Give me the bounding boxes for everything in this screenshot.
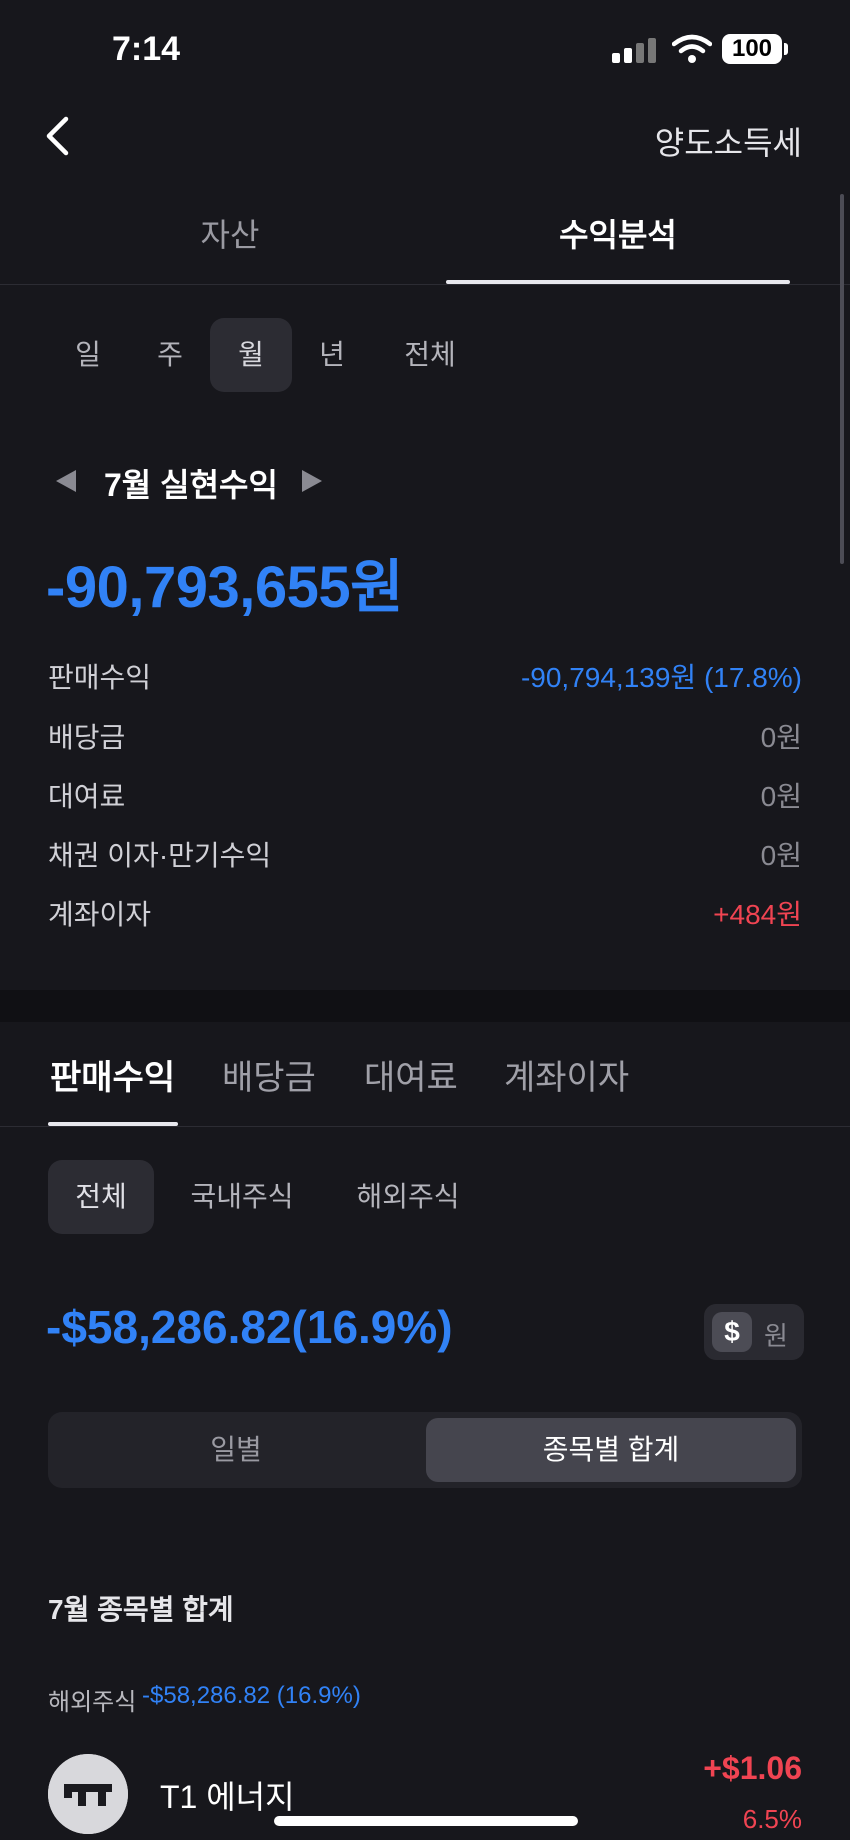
subtab-lending-fee[interactable]: 대여료: [364, 1050, 458, 1099]
row-value-dividend: 0원: [760, 722, 802, 753]
subtab-account-interest[interactable]: 계좌이자: [504, 1050, 629, 1099]
group-label: 해외주식: [48, 1689, 137, 1716]
stock-name[interactable]: T1 에너지: [160, 1772, 295, 1818]
subtab-dividend[interactable]: 배당금: [222, 1050, 316, 1099]
segment-daily[interactable]: 일별: [48, 1412, 424, 1488]
currency-usd-option[interactable]: $: [712, 1312, 752, 1352]
tab-divider: [0, 284, 850, 285]
stock-profit: +$1.06: [703, 1750, 802, 1786]
battery-tip: [784, 43, 788, 55]
sales-profit-summary: -$58,286.82(16.9%): [46, 1301, 453, 1353]
scrollbar[interactable]: [840, 194, 844, 564]
cellular-signal-icon: [612, 38, 656, 63]
status-time: 7:14: [112, 30, 181, 68]
next-period-arrow-icon[interactable]: [302, 470, 322, 492]
subtab-divider: [0, 1126, 850, 1127]
row-value-lending-fee: 0원: [760, 781, 802, 812]
back-chevron-icon[interactable]: [44, 116, 70, 156]
home-indicator: [274, 1816, 578, 1826]
filter-all[interactable]: 전체: [48, 1160, 154, 1234]
prev-period-arrow-icon[interactable]: [56, 470, 76, 492]
tab-assets[interactable]: 자산: [60, 210, 400, 256]
currency-krw-option[interactable]: 원: [764, 1316, 788, 1353]
period-week[interactable]: 주: [130, 318, 210, 392]
subtab-sales-profit[interactable]: 판매수익: [50, 1050, 175, 1099]
tab-active-indicator: [446, 280, 790, 284]
period-year[interactable]: 년: [292, 318, 372, 392]
wifi-icon: [672, 34, 712, 63]
row-label-bond-interest: 채권 이자·만기수익: [48, 840, 272, 871]
row-label-dividend: 배당금: [48, 722, 126, 753]
by-stock-heading: 7월 종목별 합계: [48, 1594, 234, 1625]
period-day[interactable]: 일: [48, 318, 128, 392]
battery-icon: 100: [722, 34, 782, 64]
stock-rate: 6.5%: [742, 1804, 802, 1834]
segment-by-stock[interactable]: 종목별 합계: [426, 1418, 796, 1482]
period-label: 7월 실현수익: [104, 467, 278, 503]
row-value-sales: -90,794,139원 (17.8%): [520, 662, 802, 693]
row-label-lending-fee: 대여료: [48, 781, 126, 812]
realized-total: -90,793,655원: [46, 555, 403, 620]
filter-foreign-stocks[interactable]: 해외주식: [340, 1160, 476, 1234]
row-value-bond-interest: 0원: [760, 840, 802, 871]
row-label-account-interest: 계좌이자: [48, 899, 152, 930]
subtab-active-indicator: [48, 1122, 178, 1126]
section-divider: [0, 990, 850, 1022]
group-value: -$58,286.82 (16.9%): [142, 1682, 361, 1709]
filter-domestic-stocks[interactable]: 국내주식: [174, 1160, 310, 1234]
tab-profit-analysis[interactable]: 수익분석: [446, 210, 790, 256]
capital-gains-tax-link[interactable]: 양도소득세: [655, 118, 802, 164]
row-value-account-interest: +484원: [713, 899, 802, 930]
row-label-sales: 판매수익: [48, 662, 152, 693]
t1-energy-logo-icon: [48, 1754, 128, 1834]
period-month[interactable]: 월: [210, 318, 292, 392]
period-all[interactable]: 전체: [380, 318, 480, 392]
